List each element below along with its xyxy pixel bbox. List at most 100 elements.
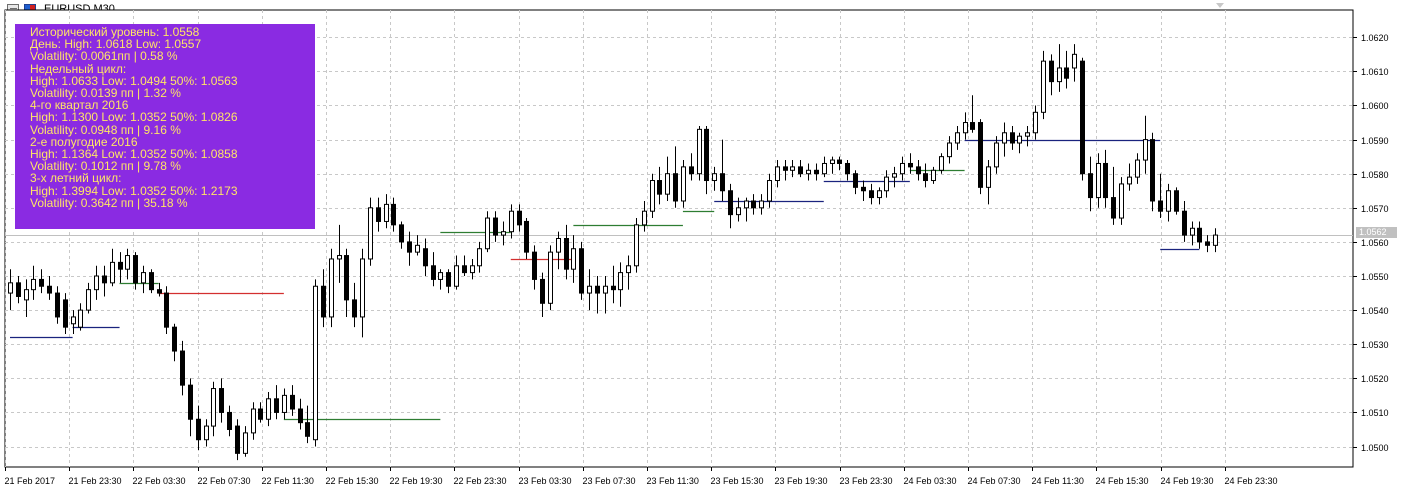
candle-body xyxy=(438,272,443,280)
candle-body xyxy=(540,278,545,304)
info-line: Volatility: 0.3642 пп | 35.18 % xyxy=(30,195,188,210)
candle-body xyxy=(431,265,436,280)
x-tick-label: 21 Feb 23:30 xyxy=(69,476,122,486)
y-tick-label: 1.0510 xyxy=(1361,408,1389,418)
candle-body xyxy=(149,272,154,291)
candle-body xyxy=(869,190,874,199)
candle-body xyxy=(196,418,201,441)
candle-body xyxy=(814,169,819,175)
x-tick-label: 21 Feb 2017 xyxy=(5,476,56,486)
x-tick-label: 23 Feb 23:30 xyxy=(840,476,893,486)
candle-body xyxy=(720,173,725,192)
candle-body xyxy=(8,282,13,294)
x-tick-label: 22 Feb 19:30 xyxy=(390,476,443,486)
candle-body xyxy=(337,255,342,260)
candle-body xyxy=(1049,60,1054,83)
candle-body xyxy=(884,176,889,192)
candle-body xyxy=(908,162,913,168)
x-tick-label: 23 Feb 07:30 xyxy=(583,476,636,486)
info-line: High: 1.3994 Low: 1.0352 50%: 1.2173 xyxy=(30,183,238,198)
candle-body xyxy=(305,422,310,437)
candle-body xyxy=(1119,183,1124,219)
x-tick-label: 24 Feb 19:30 xyxy=(1161,476,1214,486)
candle-body xyxy=(728,190,733,216)
candle-body xyxy=(1025,132,1030,137)
candle-body xyxy=(94,275,99,291)
x-tick-label: 22 Feb 07:30 xyxy=(198,476,251,486)
candle-body xyxy=(1150,139,1155,202)
candle-body xyxy=(141,272,146,284)
candle-body xyxy=(595,285,600,294)
candle-body xyxy=(564,238,569,270)
y-tick-label: 1.0500 xyxy=(1361,443,1389,453)
x-tick-label: 23 Feb 11:30 xyxy=(647,476,699,486)
candle-body xyxy=(211,388,216,427)
candle-body xyxy=(384,203,389,222)
candle-body xyxy=(579,248,584,294)
candle-body xyxy=(931,169,936,182)
candle-body xyxy=(47,285,52,294)
candle-body xyxy=(892,173,897,178)
y-tick-label: 1.0560 xyxy=(1361,238,1389,248)
y-tick-label: 1.0580 xyxy=(1361,170,1389,180)
candle-body xyxy=(1103,162,1108,199)
x-tick-label: 22 Feb 03:30 xyxy=(133,476,186,486)
candle-body xyxy=(681,166,686,202)
candle-body xyxy=(673,173,678,202)
candle-body xyxy=(532,251,537,280)
candle-body xyxy=(399,224,404,243)
candle-body xyxy=(1072,53,1077,69)
candle-body xyxy=(423,248,428,267)
x-tick-label: 22 Feb 15:30 xyxy=(326,476,379,486)
candle-body xyxy=(524,220,529,253)
candle-body xyxy=(1041,60,1046,113)
y-tick-label: 1.0570 xyxy=(1361,204,1389,214)
levels-info-panel: Исторический уровень: 1.0558 День: High: … xyxy=(15,24,315,229)
candle-body xyxy=(1088,173,1093,199)
candle-body xyxy=(571,248,576,270)
candle-body xyxy=(110,261,115,284)
candle-body xyxy=(947,142,952,158)
candle-body xyxy=(775,166,780,182)
candle-body xyxy=(133,255,138,284)
candle-body xyxy=(290,394,295,410)
candle-body xyxy=(751,200,756,209)
candle-body xyxy=(251,408,256,434)
candle-body xyxy=(853,173,858,188)
candle-body xyxy=(1064,67,1069,79)
candle-body xyxy=(227,411,232,430)
candle-body xyxy=(845,162,850,175)
info-line: Volatility: 0.0948 пп | 9.16 % xyxy=(30,122,181,137)
candle-body xyxy=(689,166,694,175)
candle-body xyxy=(164,292,169,328)
candle-body xyxy=(783,166,788,171)
candle-body xyxy=(587,285,592,294)
candle-body xyxy=(790,166,795,171)
y-tick-label: 1.0540 xyxy=(1361,306,1389,316)
chart-window[interactable]: EURUSD,M30 1.0620 1.0610 1.0600 1.0590 1.058… xyxy=(0,0,1405,495)
candle-body xyxy=(274,398,279,413)
candle-body xyxy=(986,166,991,188)
candle-body xyxy=(697,128,702,175)
candle-body xyxy=(485,217,490,250)
chart-options-icon[interactable] xyxy=(1216,3,1224,8)
candle-body xyxy=(1033,111,1038,134)
candle-body xyxy=(39,278,44,287)
candle-body xyxy=(172,326,177,352)
candle-body xyxy=(266,398,271,420)
candle-body xyxy=(1080,60,1085,175)
current-price-label: 1.0562 xyxy=(1356,227,1397,238)
candle-body xyxy=(923,173,928,182)
info-line: Volatility: 0.0061пп | 0.58 % xyxy=(30,49,178,64)
x-tick-label: 24 Feb 07:30 xyxy=(968,476,1021,486)
candle-body xyxy=(352,299,357,318)
y-tick-label: 1.0600 xyxy=(1361,101,1389,111)
candle-body xyxy=(477,248,482,267)
candle-body xyxy=(806,169,811,175)
y-tick-label: 1.0550 xyxy=(1361,272,1389,282)
candle-body xyxy=(63,299,68,328)
candle-body xyxy=(939,156,944,171)
x-tick-label: 24 Feb 03:30 xyxy=(904,476,957,486)
candle-body xyxy=(650,180,655,212)
candle-body xyxy=(1213,234,1218,246)
